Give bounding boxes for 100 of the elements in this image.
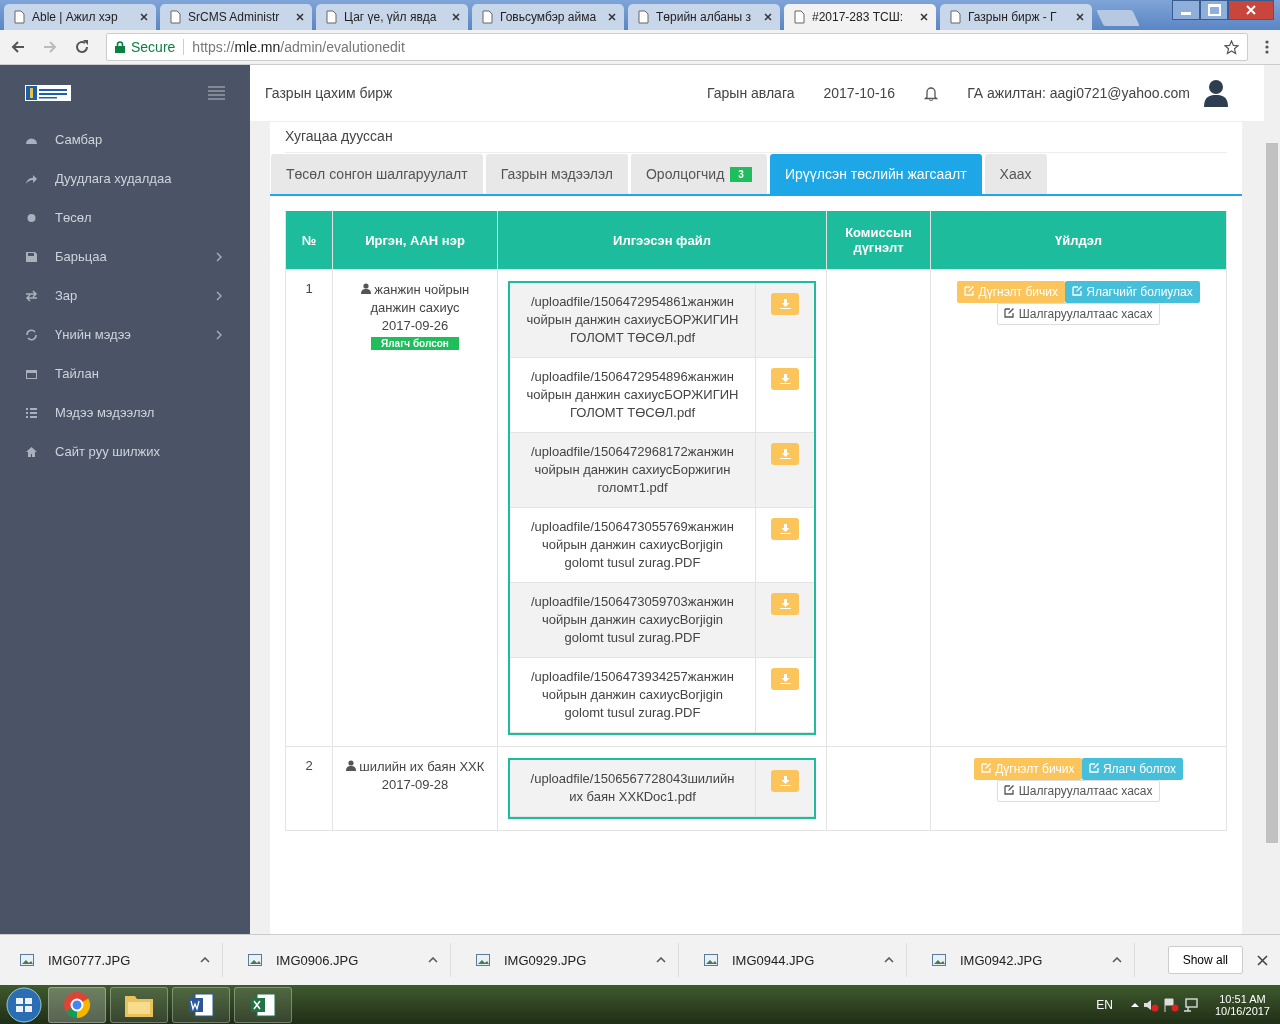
sidebar-item[interactable]: Дуудлага худалдаа	[0, 159, 250, 198]
download-item[interactable]: IMG0777.JPG	[20, 943, 223, 977]
reload-icon[interactable]	[74, 39, 90, 55]
browser-tab[interactable]: Говьсумбэр айма	[472, 4, 624, 30]
sidebar-item[interactable]: Самбар	[0, 120, 250, 159]
sidebar-item[interactable]: Төсөл	[0, 198, 250, 237]
browser-tab[interactable]: Газрын бирж - Г	[940, 4, 1092, 30]
count-badge: 3	[730, 166, 752, 182]
date-text: 2017-09-28	[380, 776, 450, 794]
user-text[interactable]: ГА ажилтан: aagi0721@yahoo.com	[967, 85, 1190, 101]
column-header: Үйлдэл	[930, 211, 1227, 270]
column-header: Илгээсэн файл	[497, 211, 827, 270]
edit-icon	[964, 285, 976, 296]
edit-icon	[980, 762, 992, 773]
show-all-button[interactable]: Show all	[1167, 946, 1243, 974]
arrows-icon	[25, 289, 38, 302]
flag-icon[interactable]	[1162, 997, 1179, 1012]
address-bar[interactable]: Secure https://mle.mn/admin/evalutionedit	[106, 33, 1248, 61]
muted-speaker-icon[interactable]	[1142, 997, 1159, 1012]
action-button[interactable]: Шалгаруулалтаас хасах	[997, 303, 1160, 325]
image-file-icon	[248, 954, 262, 966]
folder-taskbar-icon[interactable]	[110, 986, 168, 1023]
document-taskbar-icon[interactable]	[172, 986, 230, 1023]
browser-taskbar-icon[interactable]	[48, 986, 106, 1023]
browser-tab[interactable]: #2017-283 ТСШ:	[784, 4, 936, 30]
download-icon	[779, 673, 791, 684]
calendar-icon	[25, 367, 38, 380]
tab[interactable]: Газрын мэдээлэл	[485, 154, 628, 194]
bell-icon[interactable]	[924, 85, 939, 101]
caret-icon[interactable]	[1130, 1001, 1139, 1008]
image-file-icon	[476, 954, 490, 966]
browser-tab[interactable]: Төрийн албаны з	[628, 4, 780, 30]
close-icon[interactable]	[1257, 954, 1268, 966]
browser-tab[interactable]: Цаг үе, үйл явда	[316, 4, 468, 30]
sidebar-item[interactable]: Барьцаа	[0, 237, 250, 276]
logo-icon[interactable]	[25, 84, 71, 101]
sidebar-item[interactable]: Үнийн мэдээ	[0, 315, 250, 354]
tab[interactable]: Хаах	[984, 154, 1047, 194]
network-icon[interactable]	[1182, 997, 1199, 1012]
winner-badge: Ялагч болсон	[371, 337, 459, 350]
column-header: №	[285, 211, 333, 270]
chevron-icon	[216, 329, 222, 340]
refresh-icon	[25, 328, 38, 341]
column-header: Иргэн, ААН нэр	[332, 211, 498, 270]
page-icon	[480, 10, 494, 24]
sidebar-item[interactable]: Мэдээ мэдээлэл	[0, 393, 250, 432]
language-indicator[interactable]: EN	[1096, 997, 1113, 1012]
action-button[interactable]: Шалгаруулалтаас хасах	[997, 780, 1160, 802]
list-icon	[25, 406, 38, 419]
caret-icon[interactable]	[656, 957, 666, 963]
manual-link[interactable]: Гарын авлага	[707, 85, 795, 101]
tab[interactable]: Оролцогчид 3	[630, 154, 767, 194]
spreadsheet-taskbar-icon[interactable]	[234, 986, 292, 1023]
image-file-icon	[932, 954, 946, 966]
download-icon	[779, 598, 791, 609]
row-number: 2	[305, 758, 313, 773]
file-path: /uploadfile/1506473934257жанжин чойрын данжин сахиусBorjigin golomt tusul zurag.PDF	[510, 658, 756, 733]
sidebar-item[interactable]: Тайлан	[0, 354, 250, 393]
lock-icon	[115, 41, 125, 53]
person-icon	[345, 760, 356, 771]
download-icon	[779, 298, 791, 309]
person-icon	[360, 283, 371, 294]
download-item[interactable]: IMG0929.JPG	[476, 943, 679, 977]
sidebar-item[interactable]: Зар	[0, 276, 250, 315]
browser-tab[interactable]: Able | Ажил хэр	[4, 4, 156, 30]
site-title: Газрын цахим бирж	[265, 85, 393, 101]
close-icon[interactable]	[1076, 13, 1084, 21]
close-button[interactable]	[1228, 0, 1274, 20]
image-file-icon	[20, 954, 34, 966]
caret-icon[interactable]	[428, 957, 438, 963]
close-icon[interactable]	[140, 13, 148, 21]
close-icon[interactable]	[764, 13, 772, 21]
download-item[interactable]: IMG0906.JPG	[248, 943, 451, 977]
close-icon	[1246, 5, 1256, 15]
back-icon[interactable]	[10, 39, 26, 55]
download-item[interactable]: IMG0942.JPG	[932, 943, 1135, 977]
download-item[interactable]: IMG0944.JPG	[704, 943, 907, 977]
caret-icon[interactable]	[884, 957, 894, 963]
download-icon	[779, 775, 791, 786]
maximize-button[interactable]	[1200, 0, 1228, 20]
caret-icon[interactable]	[200, 957, 210, 963]
star-icon[interactable]	[1224, 39, 1239, 55]
close-icon[interactable]	[296, 13, 304, 21]
close-icon[interactable]	[608, 13, 616, 21]
column-header: Комиссын дүгнэлт	[826, 211, 931, 270]
close-icon[interactable]	[920, 13, 928, 21]
browser-tab[interactable]: SrCMS Administr	[160, 4, 312, 30]
dot-icon	[25, 211, 38, 224]
minimize-button[interactable]	[1172, 0, 1200, 20]
menu-icon[interactable]	[1264, 39, 1270, 55]
row-number: 1	[305, 281, 313, 296]
start-button[interactable]	[4, 985, 44, 1024]
close-icon[interactable]	[452, 13, 460, 21]
url-text: https://mle.mn/admin/evalutionedit	[192, 39, 406, 55]
image-file-icon	[704, 954, 718, 966]
clock[interactable]: 10:51 AM 10/16/2017	[1214, 992, 1270, 1017]
sidebar-item[interactable]: Сайт руу шилжих	[0, 432, 250, 471]
user-avatar-icon[interactable]	[1203, 79, 1229, 107]
tab[interactable]: Төсөл сонгон шалгаруулалт	[271, 154, 483, 194]
caret-icon[interactable]	[1112, 957, 1122, 963]
